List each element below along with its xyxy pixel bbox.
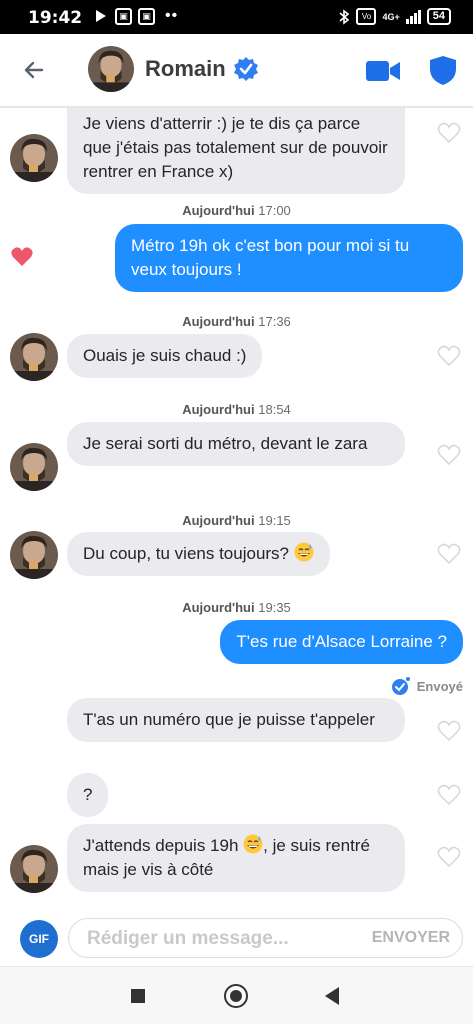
gif-button[interactable]: GIF [20,920,58,958]
outgoing-message[interactable]: Métro 19h ok c'est bon pour moi si tu ve… [115,224,463,292]
message-timestamp: Aujourd'hui 17:36 [0,314,473,329]
incoming-message[interactable]: Je viens d'atterrir :) je te dis ça parc… [67,108,405,194]
network-type: 4G+ [382,11,400,22]
heart-icon[interactable] [437,784,461,806]
sent-check-icon [391,677,410,695]
signal-icon [405,9,421,24]
heart-icon[interactable] [437,444,461,466]
timestamp-time: 17:36 [258,314,291,329]
timestamp-time: 17:00 [258,203,291,218]
timestamp-day: Aujourd'hui [182,513,255,528]
delivery-status: Envoyé [391,676,463,696]
timestamp-day: Aujourd'hui [182,203,255,218]
notification-icons: ▣ ▣ •• [93,7,178,25]
outgoing-message[interactable]: T'es rue d'Alsace Lorraine ? [220,620,463,664]
sender-avatar[interactable] [10,845,58,893]
arrow-left-icon[interactable] [20,56,48,84]
battery-level: 54 [426,8,451,25]
sender-avatar[interactable] [10,134,58,182]
recent-apps-button[interactable] [131,989,145,1003]
more-notifications-icon: •• [165,7,179,24]
message-timestamp: Aujourd'hui 17:00 [0,203,473,218]
timestamp-time: 18:54 [258,402,291,417]
bluetooth-icon [339,8,350,25]
timestamp-time: 19:35 [258,600,291,615]
status-time: 19:42 [28,8,83,28]
sender-avatar[interactable] [10,531,58,579]
heart-icon[interactable] [437,345,461,367]
timestamp-time: 19:15 [258,513,291,528]
twitch-icon: ▣ [115,7,132,25]
incoming-message[interactable]: J'attends depuis 19h , je suis rentré ma… [67,824,405,892]
system-icons: Vo 4G+ 54 [338,8,451,25]
incoming-message[interactable]: Je serai sorti du métro, devant le zara [67,422,405,466]
heart-icon[interactable] [10,246,34,268]
message-input-wrapper: ENVOYER [68,918,463,958]
play-store-icon [96,10,106,22]
message-timestamp: Aujourd'hui 19:35 [0,600,473,615]
message-input[interactable] [87,927,357,951]
delivery-status-text: Envoyé [416,678,463,694]
timestamp-day: Aujourd'hui [182,600,255,615]
message-text: J'attends depuis 19h [83,836,239,855]
heart-icon[interactable] [437,543,461,565]
timestamp-day: Aujourd'hui [182,402,255,417]
heart-icon[interactable] [437,720,461,742]
message-timestamp: Aujourd'hui 19:15 [0,513,473,528]
heart-icon[interactable] [437,846,461,868]
incoming-message[interactable]: Ouais je suis chaud :) [67,334,263,378]
shield-icon[interactable] [428,54,458,86]
incoming-message[interactable]: ? [67,773,109,817]
sender-avatar[interactable] [10,443,58,491]
sweat-smile-emoji [294,542,314,562]
back-button[interactable] [325,987,339,1005]
video-camera-icon[interactable] [365,58,401,84]
incoming-message[interactable]: Du coup, tu viens toujours? [67,532,330,576]
sender-avatar[interactable] [10,333,58,381]
message-text: Du coup, tu viens toujours? [83,544,290,563]
verified-badge-icon [234,57,258,81]
home-button[interactable] [224,984,248,1008]
heart-icon[interactable] [437,122,461,144]
chat-header: Romain [0,34,473,108]
incoming-message[interactable]: T'as un numéro que je puisse t'appeler [67,698,405,742]
send-button[interactable]: ENVOYER [372,929,450,947]
status-bar: 19:42 ▣ ▣ •• Vo 4G+ 54 [0,0,473,34]
message-list[interactable]: Je viens d'atterrir :) je te dis ça parc… [0,108,473,914]
contact-avatar[interactable] [88,46,134,92]
twitch-icon-2: ▣ [138,7,155,25]
message-timestamp: Aujourd'hui 18:54 [0,402,473,417]
volte-icon: Vo [356,8,377,25]
timestamp-day: Aujourd'hui [182,314,255,329]
contact-name[interactable]: Romain [145,56,226,82]
sweat-smile-emoji [243,834,263,854]
message-composer: GIF ENVOYER [0,914,473,964]
system-nav-bar [0,966,473,1024]
